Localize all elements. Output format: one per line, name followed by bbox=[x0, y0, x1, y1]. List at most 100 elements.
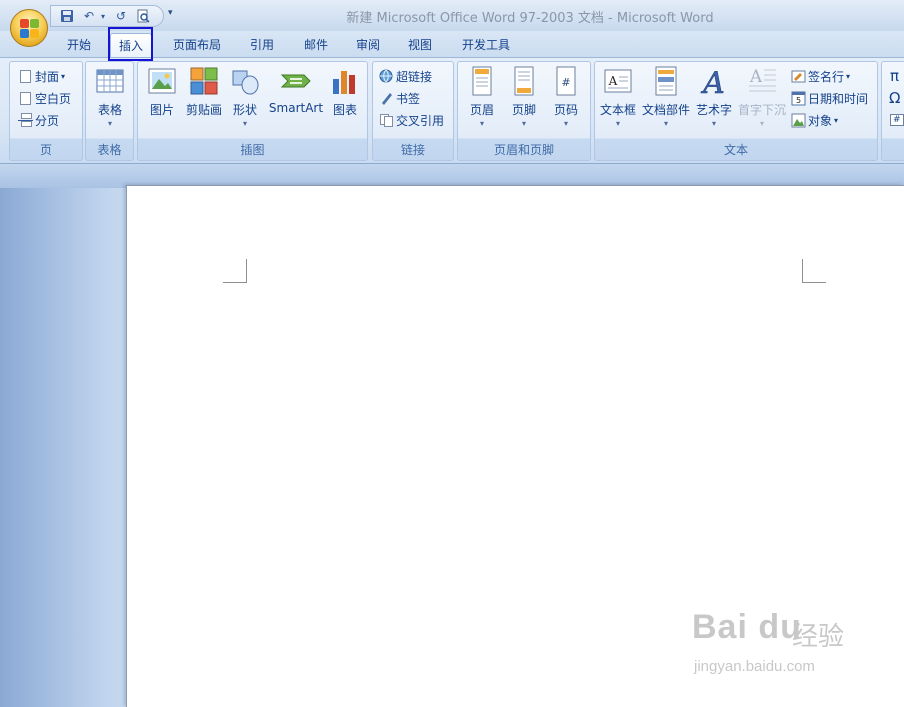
quick-parts-label: 文档部件 bbox=[641, 103, 690, 117]
chevron-down-icon: ▾ bbox=[521, 119, 526, 128]
date-time-button[interactable]: 5 日期和时间 bbox=[791, 88, 868, 108]
window-title: 新建 Microsoft Office Word 97-2003 文档 - Mi… bbox=[346, 11, 714, 26]
svg-text:A: A bbox=[700, 66, 725, 97]
shapes-label: 形状 bbox=[232, 103, 257, 117]
tab-references[interactable]: 引用 bbox=[240, 33, 284, 58]
office-button[interactable] bbox=[10, 9, 48, 47]
save-icon[interactable] bbox=[59, 8, 75, 24]
cross-reference-label: 交叉引用 bbox=[396, 113, 445, 128]
group-symbols: π Ω # bbox=[881, 61, 904, 161]
symbol-button[interactable]: Ω bbox=[889, 88, 900, 108]
object-icon bbox=[791, 113, 806, 128]
header-button[interactable]: 页眉 ▾ bbox=[464, 65, 500, 128]
page-break-label: 分页 bbox=[35, 113, 60, 128]
chevron-down-icon: ▾ bbox=[615, 119, 620, 128]
tab-developer[interactable]: 开发工具 bbox=[452, 33, 520, 58]
table-button[interactable]: 表格 ▾ bbox=[93, 65, 127, 128]
group-label-pages: 页 bbox=[39, 143, 52, 157]
page-break-button[interactable]: 分页 bbox=[18, 110, 59, 130]
group-label-illustrations: 插图 bbox=[240, 143, 265, 157]
group-text: A 文本框 ▾ 文档部件 ▾ A 艺术字 ▾ A 首字下沉 ▾ 签名行 ▾ 5 … bbox=[594, 61, 878, 161]
chart-button[interactable]: 图表 bbox=[328, 65, 362, 118]
svg-text:A: A bbox=[608, 74, 618, 88]
chevron-down-icon: ▾ bbox=[242, 119, 247, 128]
textbox-button[interactable]: A 文本框 ▾ bbox=[598, 65, 638, 128]
textbox-icon: A bbox=[602, 65, 634, 97]
footer-button[interactable]: 页脚 ▾ bbox=[506, 65, 542, 128]
redo-icon[interactable]: ↺ bbox=[113, 8, 129, 24]
office-logo-icon bbox=[20, 19, 40, 39]
baidu-watermark: Bai du 经验 jingyan.baidu.com bbox=[692, 608, 862, 688]
chevron-down-icon: ▾ bbox=[563, 119, 568, 128]
signature-line-icon bbox=[791, 69, 806, 84]
blank-page-button[interactable]: 空白页 bbox=[18, 88, 71, 108]
print-preview-icon[interactable] bbox=[135, 8, 151, 24]
hyperlink-button[interactable]: 超链接 bbox=[379, 66, 432, 86]
group-label-header-footer: 页眉和页脚 bbox=[493, 143, 554, 157]
numbering-button[interactable]: # bbox=[890, 110, 904, 130]
shapes-button[interactable]: 形状 ▾ bbox=[228, 65, 262, 128]
chevron-down-icon: ▾ bbox=[107, 119, 112, 128]
picture-icon bbox=[146, 65, 178, 97]
cover-page-icon bbox=[18, 69, 33, 84]
hyperlink-label: 超链接 bbox=[396, 69, 433, 84]
signature-line-label: 签名行 bbox=[808, 69, 845, 84]
title-bar: ↶ ▾ ↺ ▾ 新建 Microsoft Office Word 97-2003… bbox=[0, 0, 904, 31]
group-tables: 表格 ▾ 表格 bbox=[85, 61, 134, 161]
footer-icon bbox=[508, 65, 540, 97]
chevron-down-icon: ▾ bbox=[834, 115, 839, 125]
group-illustrations: 图片 剪贴画 形状 ▾ SmartArt 图表 插图 bbox=[137, 61, 368, 161]
blank-page-icon bbox=[18, 91, 33, 106]
tab-mailings[interactable]: 邮件 bbox=[294, 33, 338, 58]
shapes-icon bbox=[229, 65, 261, 97]
footer-label: 页脚 bbox=[511, 103, 536, 117]
picture-button[interactable]: 图片 bbox=[144, 65, 180, 118]
header-label: 页眉 bbox=[469, 103, 494, 117]
chevron-down-icon: ▾ bbox=[846, 71, 851, 81]
tab-view[interactable]: 视图 bbox=[398, 33, 442, 58]
tab-home[interactable]: 开始 bbox=[58, 33, 100, 58]
margin-corner-left bbox=[223, 259, 247, 283]
watermark-brand: Bai du bbox=[692, 608, 802, 646]
tab-review[interactable]: 审阅 bbox=[346, 33, 390, 58]
blank-page-label: 空白页 bbox=[35, 91, 72, 106]
chevron-down-icon: ▾ bbox=[61, 71, 66, 81]
object-button[interactable]: 对象 ▾ bbox=[791, 110, 838, 130]
page-number-button[interactable]: # 页码 ▾ bbox=[548, 65, 584, 128]
group-label-links: 链接 bbox=[400, 143, 425, 157]
wordart-button[interactable]: A 艺术字 ▾ bbox=[694, 65, 734, 128]
bookmark-label: 书签 bbox=[396, 91, 421, 106]
table-icon bbox=[94, 65, 126, 97]
tab-page-layout[interactable]: 页面布局 bbox=[164, 33, 230, 58]
smartart-icon bbox=[280, 65, 312, 97]
bookmark-button[interactable]: 书签 bbox=[379, 88, 420, 108]
ribbon: 封面 ▾ 空白页 分页 页 表格 ▾ 表格 图片 剪贴画 形状 ▾ SmartA… bbox=[0, 57, 904, 164]
globe-link-icon bbox=[379, 69, 394, 84]
page-break-icon bbox=[18, 112, 33, 128]
cover-page-button[interactable]: 封面 ▾ bbox=[18, 66, 65, 86]
undo-dropdown-icon[interactable]: ▾ bbox=[95, 8, 111, 24]
signature-line-button[interactable]: 签名行 ▾ bbox=[791, 66, 850, 86]
drop-cap-icon: A bbox=[746, 65, 778, 97]
chevron-down-icon: ▾ bbox=[759, 119, 764, 128]
cover-page-label: 封面 bbox=[35, 69, 60, 84]
clipart-button[interactable]: 剪贴画 bbox=[182, 65, 226, 118]
smartart-button[interactable]: SmartArt bbox=[266, 65, 326, 115]
wordart-label: 艺术字 bbox=[695, 103, 732, 117]
chart-icon bbox=[329, 65, 361, 97]
drop-cap-button[interactable]: A 首字下沉 ▾ bbox=[735, 65, 789, 128]
clipart-label: 剪贴画 bbox=[185, 103, 222, 117]
cross-reference-button[interactable]: 交叉引用 bbox=[379, 110, 444, 130]
quick-parts-button[interactable]: 文档部件 ▾ bbox=[641, 65, 691, 128]
tab-insert[interactable]: 插入 bbox=[110, 33, 152, 58]
chevron-down-icon: ▾ bbox=[663, 119, 668, 128]
date-time-label: 日期和时间 bbox=[808, 91, 869, 106]
quick-access-toolbar: ↶ ▾ ↺ bbox=[50, 5, 164, 27]
group-label-text: 文本 bbox=[723, 143, 748, 157]
page-number-label: 页码 bbox=[553, 103, 578, 117]
equation-button[interactable]: π bbox=[890, 66, 899, 86]
chart-label: 图表 bbox=[332, 103, 357, 117]
bookmark-icon bbox=[379, 91, 394, 106]
customize-quick-access-icon[interactable]: ▾ bbox=[168, 8, 173, 18]
calendar-icon: 5 bbox=[791, 91, 806, 106]
